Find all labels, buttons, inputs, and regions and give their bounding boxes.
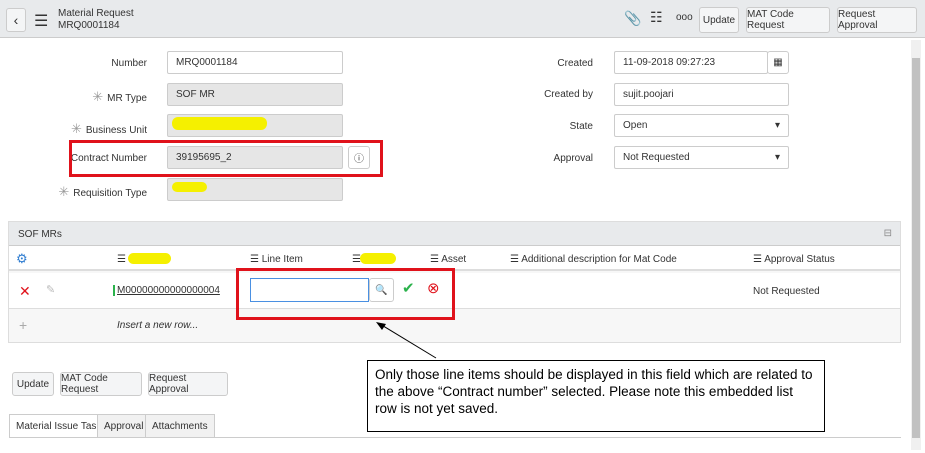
column-header[interactable]: ☰	[117, 254, 126, 265]
redaction-mark	[172, 182, 207, 192]
business-unit-label: ✳ Business Unit	[70, 121, 147, 136]
add-row-icon[interactable]: +	[19, 317, 27, 333]
approval-status-cell: Not Requested	[753, 286, 820, 297]
column-header-line-item[interactable]: ☰ Line Item	[250, 254, 303, 265]
paperclip-icon[interactable]: 📎	[624, 10, 641, 27]
created-by-label: Created by	[544, 89, 593, 100]
mat-code-request-button[interactable]: MAT Code Request	[746, 7, 830, 33]
row-id-link[interactable]: M00000000000000004	[113, 285, 220, 296]
edit-icon[interactable]: ✎	[46, 283, 55, 296]
tab-attachments[interactable]: Attachments	[145, 414, 215, 438]
list-title: SOF MRs	[9, 222, 900, 246]
delete-icon[interactable]: ✕	[19, 283, 31, 300]
back-button[interactable]: ‹	[6, 8, 26, 32]
update-button-bottom[interactable]: Update	[12, 372, 54, 396]
state-select[interactable]: Open ▾	[614, 114, 789, 137]
number-field[interactable]: MRQ0001184	[167, 51, 343, 74]
requisition-type-label: ✳ Requisition Type	[58, 184, 147, 199]
highlight-box	[69, 140, 383, 177]
approval-select[interactable]: Not Requested ▾	[614, 146, 789, 169]
collapse-icon[interactable]: ⊟	[884, 228, 892, 239]
request-approval-button[interactable]: Request Approval	[837, 7, 917, 33]
calendar-icon[interactable]: ▦	[767, 51, 789, 74]
gear-icon[interactable]: ⚙	[16, 251, 28, 267]
annotation-arrow	[376, 322, 437, 359]
redaction-mark	[172, 117, 267, 130]
settings-sliders-icon[interactable]: ☷	[650, 9, 663, 26]
scrollbar[interactable]	[911, 40, 921, 450]
more-icon[interactable]: ooo	[676, 12, 693, 23]
record-title: Material Request	[58, 8, 134, 19]
state-label: State	[569, 121, 593, 132]
created-field[interactable]: 11-09-2018 09:27:23	[614, 51, 768, 74]
mr-type-field: SOF MR	[167, 83, 343, 106]
header-bar: ‹ ☰ Material Request MRQ0001184 📎 ☷ ooo …	[0, 0, 925, 38]
column-header-description[interactable]: ☰ Additional description for Mat Code	[510, 254, 677, 265]
insert-row-link[interactable]: Insert a new row...	[117, 320, 198, 331]
mr-type-label: ✳ MR Type	[92, 89, 147, 104]
approval-label: Approval	[553, 153, 593, 164]
record-number: MRQ0001184	[58, 20, 120, 31]
mat-code-request-button-bottom[interactable]: MAT Code Request	[60, 372, 142, 396]
menu-icon[interactable]: ☰	[34, 11, 48, 31]
created-by-field[interactable]: sujit.poojari	[614, 83, 789, 106]
update-button[interactable]: Update	[699, 7, 739, 33]
annotation-note: Only those line items should be displaye…	[367, 360, 825, 432]
tab-approval[interactable]: Approval	[97, 414, 151, 438]
request-approval-button-bottom[interactable]: Request Approval	[148, 372, 228, 396]
column-header-approval-status[interactable]: ☰ Approval Status	[753, 254, 835, 265]
column-header-asset[interactable]: ☰ Asset	[430, 254, 466, 265]
created-label: Created	[557, 58, 593, 69]
redaction-mark	[128, 253, 171, 264]
number-label: Number	[111, 58, 147, 69]
redaction-mark	[360, 253, 396, 264]
highlight-box	[236, 268, 455, 320]
